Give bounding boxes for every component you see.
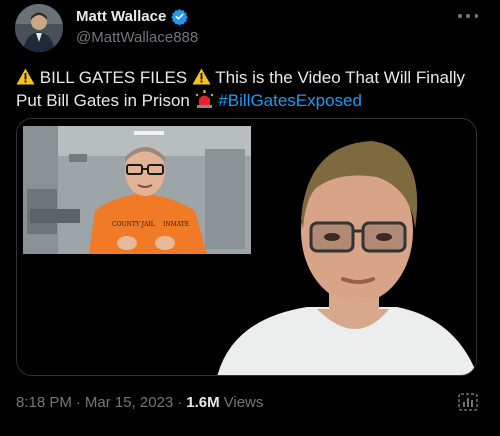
meta-separator: · [75,394,81,411]
tweet-time[interactable]: 8:18 PM [16,394,72,411]
tweet-card: Matt Wallace @MattWallace888 BILL GATES … [0,0,500,436]
inset-jumpsuit-right-text: INMATE [163,221,189,228]
siren-icon [195,90,214,109]
hashtag-link[interactable]: #BillGatesExposed [218,91,362,110]
more-options-icon[interactable] [458,8,478,24]
warning-icon [16,68,35,85]
tweet-date[interactable]: Mar 15, 2023 [85,394,173,411]
video-media[interactable]: COUNTY JAIL INMATE [16,118,477,376]
name-row: Matt Wallace [76,8,189,26]
tweet-text-part1: BILL GATES FILES [39,68,188,87]
views-label: Views [223,394,264,411]
warning-icon [192,68,211,85]
tweet-text: BILL GATES FILES This is the Video That … [16,66,476,112]
inset-jumpsuit-left-text: COUNTY JAIL [112,221,155,228]
meta-separator: · [177,394,183,411]
verified-badge-icon [171,8,189,26]
avatar[interactable] [15,4,63,52]
tweet-meta: 8:18 PM · Mar 15, 2023 · 1.6M Views [16,394,263,411]
display-name[interactable]: Matt Wallace [76,8,166,25]
inset-image: COUNTY JAIL INMATE [23,126,251,254]
views-count: 1.6M [186,394,220,411]
analytics-icon[interactable] [458,392,478,412]
user-handle[interactable]: @MattWallace888 [76,29,198,46]
